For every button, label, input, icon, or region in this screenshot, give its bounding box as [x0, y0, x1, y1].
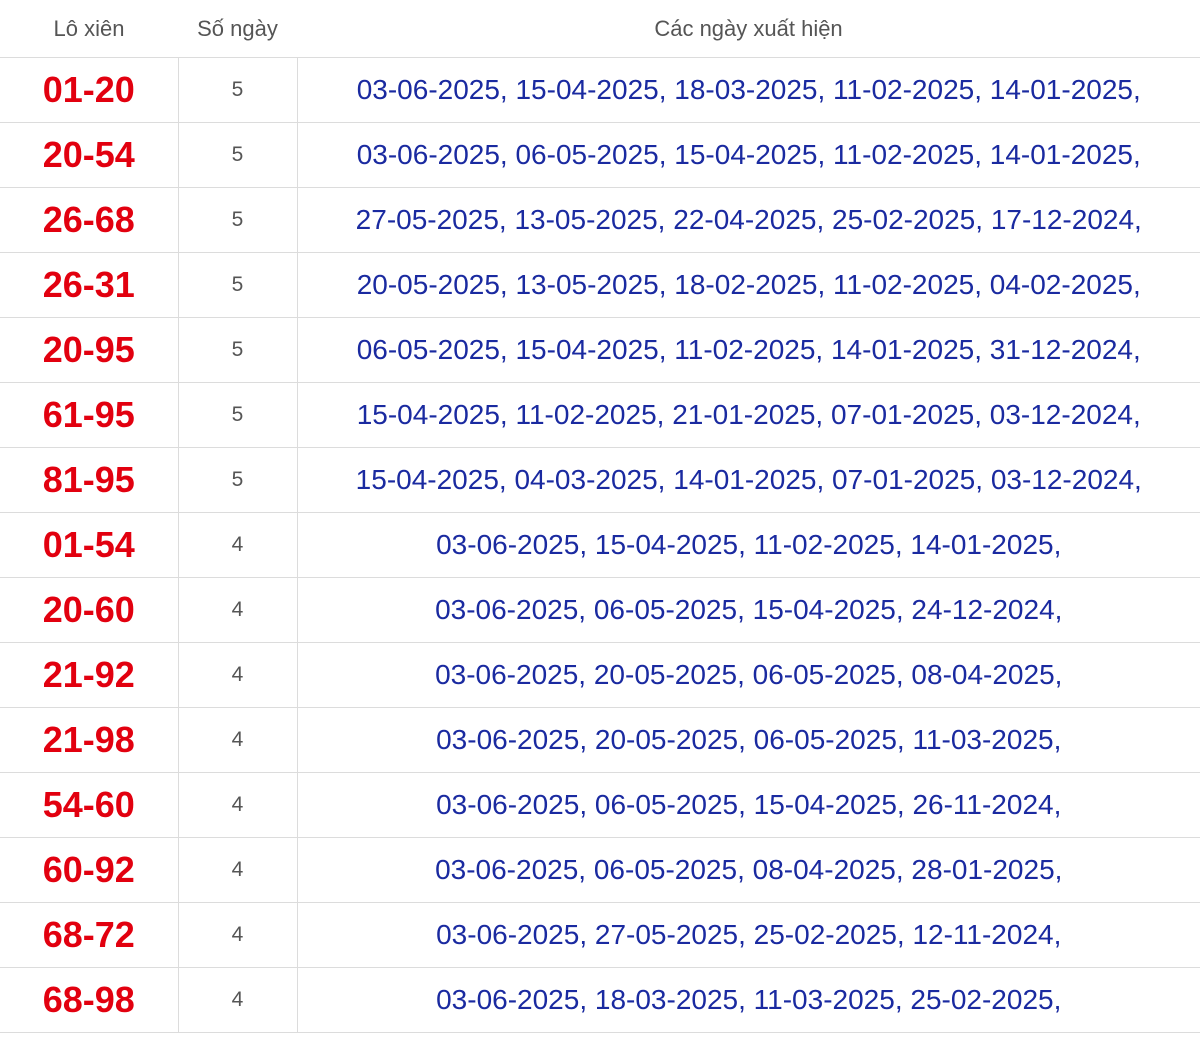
count-cell: 5 [178, 187, 298, 253]
dates-cell: 15-04-2025, 04-03-2025, 14-01-2025, 07-0… [297, 447, 1200, 513]
dates-cell: 03-06-2025, 15-04-2025, 18-03-2025, 11-0… [297, 57, 1200, 123]
count-cell: 5 [178, 317, 298, 383]
dates-cell: 03-06-2025, 06-05-2025, 15-04-2025, 26-1… [297, 772, 1200, 838]
pair-cell: 21-98 [0, 707, 179, 773]
table-row: 20-54 5 03-06-2025, 06-05-2025, 15-04-20… [0, 122, 1200, 188]
table-row: 21-92 4 03-06-2025, 20-05-2025, 06-05-20… [0, 642, 1200, 708]
table-header: Lô xiên Số ngày Các ngày xuất hiện [0, 0, 1200, 58]
pair-cell: 26-68 [0, 187, 179, 253]
lo-xien-table: Lô xiên Số ngày Các ngày xuất hiện 01-20… [0, 0, 1200, 1033]
dates-cell: 15-04-2025, 11-02-2025, 21-01-2025, 07-0… [297, 382, 1200, 448]
count-cell: 5 [178, 382, 298, 448]
dates-cell: 03-06-2025, 20-05-2025, 06-05-2025, 08-0… [297, 642, 1200, 708]
pair-cell: 01-20 [0, 57, 179, 123]
table-row: 54-60 4 03-06-2025, 06-05-2025, 15-04-20… [0, 772, 1200, 838]
count-cell: 4 [178, 512, 298, 578]
dates-cell: 06-05-2025, 15-04-2025, 11-02-2025, 14-0… [297, 317, 1200, 383]
count-cell: 4 [178, 967, 298, 1033]
count-cell: 5 [178, 252, 298, 318]
dates-cell: 20-05-2025, 13-05-2025, 18-02-2025, 11-0… [297, 252, 1200, 318]
header-count: Số ngày [178, 0, 297, 58]
dates-cell: 27-05-2025, 13-05-2025, 22-04-2025, 25-0… [297, 187, 1200, 253]
pair-cell: 54-60 [0, 772, 179, 838]
table-row: 21-98 4 03-06-2025, 20-05-2025, 06-05-20… [0, 707, 1200, 773]
dates-cell: 03-06-2025, 15-04-2025, 11-02-2025, 14-0… [297, 512, 1200, 578]
table-body: 01-20 5 03-06-2025, 15-04-2025, 18-03-20… [0, 57, 1200, 1033]
table-row: 26-68 5 27-05-2025, 13-05-2025, 22-04-20… [0, 187, 1200, 253]
count-cell: 4 [178, 837, 298, 903]
table-row: 20-60 4 03-06-2025, 06-05-2025, 15-04-20… [0, 577, 1200, 643]
count-cell: 5 [178, 122, 298, 188]
table-row: 68-98 4 03-06-2025, 18-03-2025, 11-03-20… [0, 967, 1200, 1033]
pair-cell: 61-95 [0, 382, 179, 448]
pair-cell: 68-72 [0, 902, 179, 968]
pair-cell: 26-31 [0, 252, 179, 318]
count-cell: 4 [178, 902, 298, 968]
count-cell: 4 [178, 707, 298, 773]
table-row: 26-31 5 20-05-2025, 13-05-2025, 18-02-20… [0, 252, 1200, 318]
pair-cell: 20-95 [0, 317, 179, 383]
header-dates: Các ngày xuất hiện [297, 0, 1200, 58]
dates-cell: 03-06-2025, 18-03-2025, 11-03-2025, 25-0… [297, 967, 1200, 1033]
table-row: 01-54 4 03-06-2025, 15-04-2025, 11-02-20… [0, 512, 1200, 578]
header-pair: Lô xiên [0, 0, 178, 58]
count-cell: 4 [178, 772, 298, 838]
dates-cell: 03-06-2025, 06-05-2025, 08-04-2025, 28-0… [297, 837, 1200, 903]
table-row: 68-72 4 03-06-2025, 27-05-2025, 25-02-20… [0, 902, 1200, 968]
dates-cell: 03-06-2025, 20-05-2025, 06-05-2025, 11-0… [297, 707, 1200, 773]
count-cell: 5 [178, 447, 298, 513]
dates-cell: 03-06-2025, 06-05-2025, 15-04-2025, 24-1… [297, 577, 1200, 643]
dates-cell: 03-06-2025, 06-05-2025, 15-04-2025, 11-0… [297, 122, 1200, 188]
pair-cell: 81-95 [0, 447, 179, 513]
pair-cell: 01-54 [0, 512, 179, 578]
header-row: Lô xiên Số ngày Các ngày xuất hiện [0, 0, 1200, 58]
count-cell: 4 [178, 642, 298, 708]
pair-cell: 21-92 [0, 642, 179, 708]
pair-cell: 68-98 [0, 967, 179, 1033]
table-row: 01-20 5 03-06-2025, 15-04-2025, 18-03-20… [0, 57, 1200, 123]
table-row: 81-95 5 15-04-2025, 04-03-2025, 14-01-20… [0, 447, 1200, 513]
table-row: 20-95 5 06-05-2025, 15-04-2025, 11-02-20… [0, 317, 1200, 383]
pair-cell: 20-60 [0, 577, 179, 643]
pair-cell: 60-92 [0, 837, 179, 903]
count-cell: 5 [178, 57, 298, 123]
table-row: 61-95 5 15-04-2025, 11-02-2025, 21-01-20… [0, 382, 1200, 448]
dates-cell: 03-06-2025, 27-05-2025, 25-02-2025, 12-1… [297, 902, 1200, 968]
count-cell: 4 [178, 577, 298, 643]
table-row: 60-92 4 03-06-2025, 06-05-2025, 08-04-20… [0, 837, 1200, 903]
pair-cell: 20-54 [0, 122, 179, 188]
